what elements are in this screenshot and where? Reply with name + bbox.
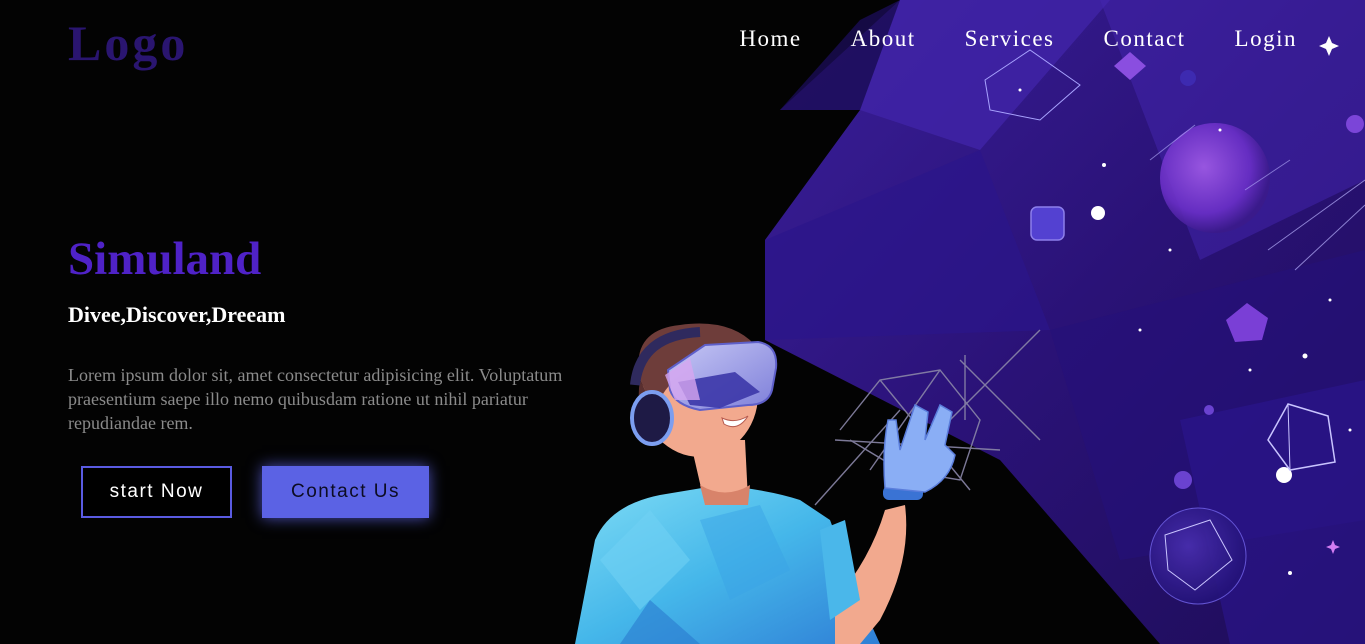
nav-item-contact[interactable]: Contact — [1104, 26, 1186, 52]
nav-item-services[interactable]: Services — [965, 26, 1055, 52]
hero-description: Lorem ipsum dolor sit, amet consectetur … — [68, 365, 563, 433]
nav-item-home[interactable]: Home — [739, 26, 801, 52]
nav-item-about[interactable]: About — [851, 26, 916, 52]
nav-item-login[interactable]: Login — [1235, 26, 1297, 52]
start-now-button[interactable]: start Now — [81, 466, 232, 518]
landing-page: Logo Home About Services Contact Login S… — [0, 0, 1365, 644]
hero-title: Simuland — [68, 233, 262, 285]
contact-us-button[interactable]: Contact Us — [262, 466, 429, 518]
main-nav: Home About Services Contact Login — [739, 26, 1297, 52]
hero-subtitle: Divee,Discover,Dreeam — [68, 302, 286, 327]
logo[interactable]: Logo — [68, 14, 188, 72]
